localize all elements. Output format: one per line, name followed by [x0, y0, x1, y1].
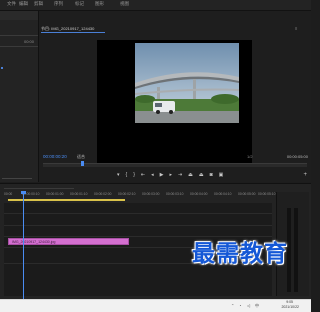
video-viewer[interactable] [97, 40, 252, 165]
watermark-text: 最需教育 [192, 240, 288, 267]
network-icon[interactable]: ◔ [239, 303, 241, 308]
go-to-in-icon[interactable]: ⇤ [141, 171, 145, 179]
chevron-up-icon[interactable]: ⌃ [231, 303, 234, 308]
in-point-icon[interactable]: { [126, 171, 128, 179]
menu-item-clip[interactable]: 剪辑 [34, 1, 43, 7]
menu-item-sequence[interactable]: 序列 [54, 1, 63, 7]
taskbar: ⌃ ◔ ◁ 中 9:05 2021/10/22 [0, 299, 311, 312]
ruler-tick: 00:00:01:00 [46, 192, 64, 196]
play-icon[interactable]: ▶ [160, 171, 164, 179]
compare-icon[interactable]: ▣ [219, 171, 224, 179]
panel-menu-icon[interactable]: ≡ [295, 27, 301, 31]
ruler-tick: 00:00:03:00 [142, 192, 160, 196]
clip-name: IMG_20210917_124430.jpg [12, 240, 56, 244]
button-editor-icon[interactable]: + [303, 171, 307, 179]
panel-divider [0, 46, 38, 47]
menu-item-file[interactable]: 文件 [7, 1, 16, 7]
menu-item-graphics[interactable]: 图形 [95, 1, 104, 7]
time-ruler[interactable]: 00:00 00:00:00:10 00:00:01:00 00:00:01:1… [4, 192, 276, 199]
transport-controls: ▾ { } ⇤ ◂ ▶ ▸ ⇥ ⏏ ⏏ ◙ ▣ [117, 171, 223, 179]
step-forward-icon[interactable]: ▸ [169, 171, 172, 179]
out-point-icon[interactable]: } [133, 171, 135, 179]
track-divider [4, 225, 272, 226]
monitor-playhead[interactable] [81, 161, 84, 166]
panel-divider [0, 35, 38, 36]
ruler-tick: 00:00:04:00 [190, 192, 208, 196]
active-tab-underline [41, 32, 105, 33]
app-menu-bar: 文件 编辑 剪辑 序列 标记 图形 视图 [0, 0, 311, 11]
ruler-tick: 00:00 [4, 192, 13, 196]
timeline-clip[interactable]: IMG_20210917_124430.jpg [8, 238, 129, 245]
lift-icon[interactable]: ⏏ [188, 171, 193, 179]
audio-meter-right [294, 208, 298, 292]
step-back-icon[interactable]: ◂ [151, 171, 154, 179]
ruler-tick: 00:00:01:10 [70, 192, 88, 196]
menu-item-view[interactable]: 视图 [120, 1, 129, 7]
panel-value: 00:00 [23, 39, 34, 44]
ruler-tick: 00:00:05:00 [238, 192, 256, 196]
panel-header [0, 11, 38, 20]
duration-timecode: 00:00:05:00 [286, 154, 308, 159]
timeline-playhead[interactable] [23, 192, 24, 300]
ruler-tick: 00:00:02:00 [94, 192, 112, 196]
marker-icon[interactable]: ▾ [117, 171, 120, 179]
work-area-bar[interactable] [8, 199, 125, 201]
clock-time[interactable]: 9:05 [286, 300, 293, 304]
ruler-tick: 00:00:04:10 [214, 192, 232, 196]
menu-item-edit[interactable]: 编辑 [19, 1, 28, 7]
program-monitor: 节目: IMG_20210917_124430 ≡ 00:00:00:20 适合… [39, 11, 311, 182]
track-divider [4, 213, 272, 214]
export-frame-icon[interactable]: ◙ [210, 171, 213, 179]
playhead-handle[interactable] [21, 191, 26, 194]
panel-indicator [1, 67, 3, 69]
timeline-tab[interactable] [4, 188, 74, 189]
zoom-level-select[interactable]: 适合 [77, 154, 85, 160]
ruler-tick: 00:00:02:10 [118, 192, 136, 196]
current-timecode[interactable]: 00:00:00:20 [43, 154, 67, 159]
ruler-tick: 00:00:03:10 [166, 192, 184, 196]
extract-icon[interactable]: ⏏ [199, 171, 204, 179]
go-to-out-icon[interactable]: ⇥ [178, 171, 182, 179]
panel-scrollbar[interactable] [2, 178, 32, 179]
volume-icon[interactable]: ◁ [247, 303, 250, 308]
video-frame-image [135, 43, 239, 123]
video-frame [135, 43, 239, 123]
ime-icon[interactable]: 中 [255, 303, 259, 309]
menu-item-marker[interactable]: 标记 [75, 1, 84, 7]
resolution-select[interactable]: 1/2 [247, 154, 253, 159]
ruler-tick: 00:00:05:10 [258, 192, 276, 196]
clock-date[interactable]: 2021/10/22 [281, 305, 299, 309]
project-panel: 00:00 [0, 11, 39, 182]
